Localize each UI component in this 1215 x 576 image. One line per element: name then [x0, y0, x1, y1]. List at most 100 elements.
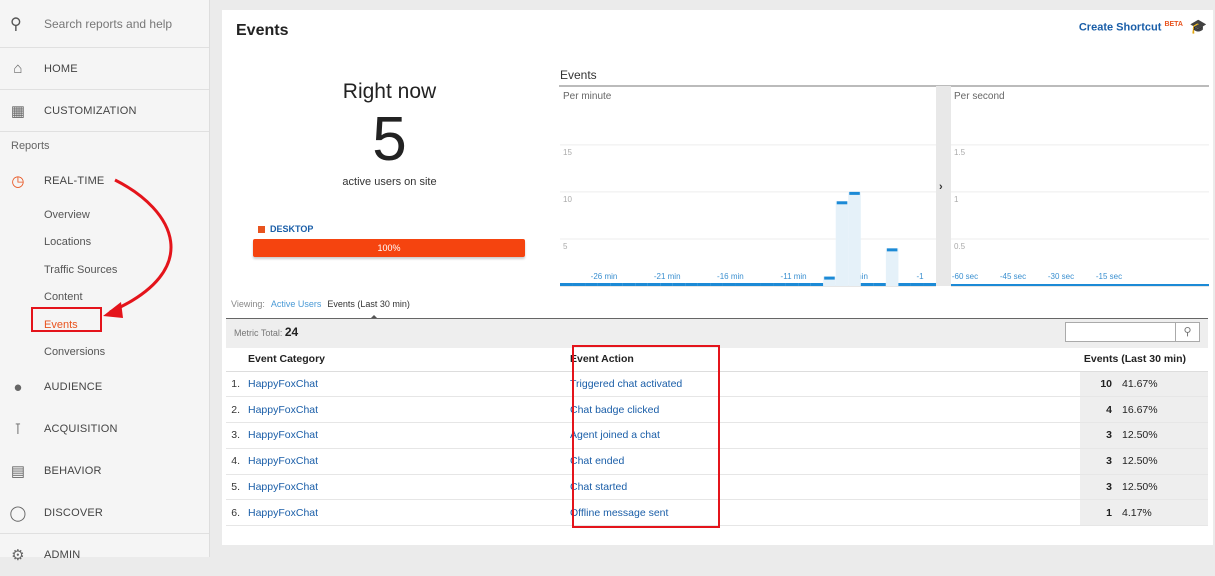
nav-admin[interactable]: ⚙ ADMIN	[0, 534, 209, 576]
event-category-link[interactable]: HappyFoxChat	[248, 499, 570, 527]
x-tick-label: -15 sec	[1096, 272, 1122, 281]
row-index: 2.	[226, 396, 248, 424]
bar-zero	[873, 283, 886, 286]
x-tick-label: -1	[916, 272, 924, 281]
tab-events[interactable]: Events (Last 30 min)	[327, 299, 410, 309]
event-category-link[interactable]: HappyFoxChat	[248, 396, 570, 424]
acquisition-icon: ⊺	[13, 421, 22, 439]
bar-zero	[647, 283, 661, 286]
desktop-swatch-icon	[258, 225, 265, 233]
event-percent: 4.17%	[1118, 499, 1208, 527]
create-shortcut-link[interactable]: Create Shortcut BETA	[1079, 21, 1183, 34]
event-count: 4	[1080, 396, 1118, 424]
y-tick-label: 10	[563, 195, 572, 204]
search-button[interactable]: ⚲	[1175, 323, 1199, 341]
y-tick-label: 0.5	[954, 242, 966, 251]
chart-title: Events	[560, 68, 597, 82]
search-input[interactable]: ⚲ Search reports and help	[0, 0, 209, 48]
table-search-input[interactable]: ⚲	[1065, 322, 1200, 342]
y-tick-label: 15	[563, 148, 572, 157]
bar-zero	[810, 283, 824, 286]
row-index: 5.	[226, 474, 248, 501]
bar-zero	[910, 283, 924, 286]
bar-cap	[836, 201, 848, 205]
event-count: 1	[1080, 499, 1118, 527]
x-tick-label: -16 min	[717, 272, 744, 281]
nav-audience[interactable]: ● AUDIENCE	[0, 366, 209, 408]
bar-zero	[635, 283, 648, 286]
bar	[848, 191, 861, 286]
bar-zero	[622, 283, 636, 286]
right-now-panel: Right now 5 active users on site	[252, 80, 527, 188]
page-title: Events	[236, 22, 289, 39]
y-tick-label: 1.5	[954, 148, 966, 157]
expand-chevron-icon[interactable]: ›	[939, 181, 943, 193]
nav-acquisition[interactable]: ⊺ ACQUISITION	[0, 408, 209, 450]
bar-zero	[748, 283, 761, 286]
bar-cap	[824, 276, 835, 280]
bar-zero	[773, 283, 786, 286]
nav-customization[interactable]: ▦ CUSTOMIZATION	[0, 90, 209, 132]
device-bar: 100%	[253, 239, 525, 257]
bar-zero	[672, 283, 686, 286]
academy-icon[interactable]: 🎓	[1190, 18, 1207, 35]
highlight-box	[31, 307, 102, 332]
gear-icon: ⚙	[11, 547, 25, 565]
event-category-link[interactable]: HappyFoxChat	[248, 474, 570, 501]
nav-home[interactable]: ⌂ HOME	[0, 48, 209, 90]
device-legend: DESKTOP	[258, 224, 313, 234]
event-category-link[interactable]: HappyFoxChat	[248, 422, 570, 449]
row-index: 3.	[226, 422, 248, 449]
bar-zero	[722, 283, 736, 286]
bar-zero	[898, 283, 911, 286]
event-percent: 41.67%	[1118, 371, 1208, 398]
bar-zero	[560, 283, 573, 286]
bar-zero	[860, 283, 874, 286]
chart-panel-label: Per minute	[563, 91, 612, 102]
per-second-baseline	[951, 284, 1209, 286]
home-icon: ⌂	[13, 60, 23, 77]
row-index: 6.	[226, 499, 248, 527]
nav-discover[interactable]: ◯ DISCOVER	[0, 492, 209, 535]
bar-zero	[798, 283, 811, 286]
event-count: 3	[1080, 422, 1118, 449]
bar	[885, 248, 899, 286]
y-tick-label: 1	[954, 195, 959, 204]
nav-behavior[interactable]: ▤ BEHAVIOR	[0, 450, 209, 492]
behavior-icon: ▤	[10, 463, 26, 481]
reports-heading: Reports	[11, 140, 50, 152]
event-count: 3	[1080, 474, 1118, 501]
clock-icon: ◷	[11, 173, 25, 190]
viewing-tabs: Viewing: Active Users Events (Last 30 min)	[231, 299, 410, 309]
event-percent: 12.50%	[1118, 448, 1208, 475]
bar-zero	[585, 283, 598, 286]
bar-zero	[923, 283, 936, 286]
bar-cap	[849, 191, 860, 195]
bar-zero	[735, 283, 748, 286]
bar-zero	[660, 283, 673, 286]
nav-realtime-conversions[interactable]: Conversions	[0, 339, 209, 366]
event-category-link[interactable]: HappyFoxChat	[248, 448, 570, 475]
y-tick-label: 5	[563, 242, 568, 251]
x-tick-label: -30 sec	[1048, 272, 1074, 281]
event-category-link[interactable]: HappyFoxChat	[248, 371, 570, 398]
col-event-category[interactable]: Event Category	[248, 347, 570, 372]
event-count: 3	[1080, 448, 1118, 475]
col-events[interactable]: Events (Last 30 min)	[1080, 347, 1208, 372]
bar-zero	[610, 283, 623, 286]
x-tick-label: -21 min	[654, 272, 681, 281]
event-percent: 12.50%	[1118, 474, 1208, 501]
metric-total: Metric Total: 24 ⚲	[226, 318, 1208, 348]
event-percent: 12.50%	[1118, 422, 1208, 449]
active-users-count: 5	[372, 105, 407, 174]
dashboard-icon: ▦	[10, 102, 26, 120]
event-percent: 16.67%	[1118, 396, 1208, 424]
bar-zero	[760, 283, 774, 286]
events-chart: Events › Per minute 15 10 5 -26 min -21 min -16 …	[559, 68, 1209, 287]
row-index: 4.	[226, 448, 248, 475]
tab-active-users[interactable]: Active Users	[271, 299, 322, 309]
bar-zero	[697, 283, 711, 286]
person-icon: ●	[13, 378, 23, 396]
bar-zero	[572, 283, 586, 286]
annotation-arrow	[103, 178, 173, 318]
